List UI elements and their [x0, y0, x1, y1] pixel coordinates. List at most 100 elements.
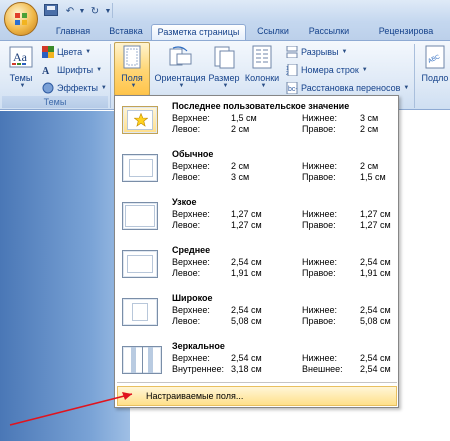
line-numbers-button[interactable]: 12 Номера строк ▼ — [286, 62, 368, 77]
chevron-down-icon: ▼ — [100, 84, 107, 91]
tab-review[interactable]: Рецензирова — [362, 24, 450, 40]
breaks-label: Разрывы — [301, 46, 339, 57]
colors-label: Цвета — [57, 46, 83, 57]
watermark-label: Подло — [421, 73, 449, 83]
margin-preview-icon — [122, 154, 158, 182]
watermark-button[interactable]: ABC Подло — [418, 43, 450, 83]
margin-option-title: Обычное — [172, 149, 214, 159]
ribbon-tabs: Главная Вставка Разметка страницы Ссылки… — [0, 22, 450, 40]
chevron-down-icon: ▼ — [19, 83, 26, 89]
margin-option-title: Зеркальное — [172, 341, 225, 351]
fonts-button[interactable]: A Шрифты ▼ — [42, 62, 102, 77]
tab-home[interactable]: Главная — [46, 24, 100, 40]
bottom-label: Нижнее: — [302, 305, 338, 315]
margin-preview-icon — [122, 346, 162, 374]
right-label: Правое: — [302, 124, 336, 134]
watermark-icon: ABC — [425, 45, 445, 69]
redo-icon[interactable]: ↻ — [88, 4, 102, 18]
bottom-label: Нижнее: — [302, 161, 338, 171]
bottom-value: 1,27 см — [360, 209, 391, 219]
margin-preview-inner — [127, 255, 153, 273]
margin-option-mirrored[interactable]: Зеркальное Верхнее: 2,54 см Нижнее: 2,54… — [117, 338, 397, 387]
margin-option-last-custom[interactable]: Последнее пользовательское значение Верх… — [117, 98, 397, 147]
left-label: Левое: — [172, 172, 201, 182]
hyphenation-label: Расстановка переносов — [301, 82, 401, 93]
top-value: 2,54 см — [231, 353, 262, 363]
ribbon-divider — [414, 44, 415, 108]
bottom-label: Нижнее: — [302, 113, 338, 123]
bottom-value: 2 см — [360, 161, 379, 171]
margin-option-wide[interactable]: Широкое Верхнее: 2,54 см Нижнее: 2,54 см… — [117, 290, 397, 339]
mirror-fold — [142, 347, 143, 373]
tab-page-layout[interactable]: Разметка страницы — [151, 24, 246, 40]
right-label: Правое: — [302, 316, 336, 326]
margin-option-narrow[interactable]: Узкое Верхнее: 1,27 см Нижнее: 1,27 см Л… — [117, 194, 397, 243]
fonts-label: Шрифты — [57, 64, 94, 75]
effects-button[interactable]: Эффекты ▼ — [42, 80, 107, 95]
left-value: 2 см — [231, 124, 250, 134]
margin-option-moderate[interactable]: Среднее Верхнее: 2,54 см Нижнее: 2,54 см… — [117, 242, 397, 291]
left-label: Левое: — [172, 124, 201, 134]
bottom-value: 2,54 см — [360, 257, 391, 267]
margin-preview-inner — [125, 205, 155, 227]
margin-option-title: Среднее — [172, 245, 211, 255]
columns-button[interactable]: Колонки ▼ — [242, 43, 282, 89]
margin-preview-icon — [122, 106, 158, 134]
hyphenation-button[interactable]: bc- Расстановка переносов ▼ — [286, 80, 409, 95]
fonts-icon: A — [42, 66, 50, 76]
quick-access-divider — [112, 3, 113, 18]
themes-icon: Aa — [9, 46, 33, 68]
margins-dropdown-menu: Последнее пользовательское значение Верх… — [114, 95, 399, 408]
effects-icon — [42, 82, 54, 93]
chevron-down-icon: ▼ — [178, 83, 185, 89]
breaks-button[interactable]: Разрывы ▼ — [286, 44, 347, 59]
mirror-inner-bar — [131, 347, 136, 373]
left-value: 3,18 см — [231, 364, 262, 374]
top-value: 1,5 см — [231, 113, 257, 123]
colors-button[interactable]: Цвета ▼ — [42, 44, 91, 59]
left-value: 5,08 см — [231, 316, 262, 326]
margin-option-title: Последнее пользовательское значение — [172, 101, 350, 111]
custom-margins-button[interactable]: Настраиваемые поля... — [117, 386, 397, 406]
save-icon[interactable] — [44, 4, 58, 16]
left-label: Внутреннее: — [172, 364, 225, 374]
quick-access-dropdown-icon[interactable]: ▼ — [104, 4, 112, 18]
tab-references[interactable]: Ссылки — [250, 24, 296, 40]
left-label: Левое: — [172, 316, 201, 326]
orientation-button[interactable]: Ориентация ▼ — [152, 43, 208, 89]
right-value: 5,08 см — [360, 316, 391, 326]
right-value: 2,54 см — [360, 364, 391, 374]
office-button[interactable] — [4, 2, 38, 36]
tab-mailings[interactable]: Рассылки — [300, 24, 358, 40]
margin-preview-icon — [122, 250, 158, 278]
top-label: Верхнее: — [172, 209, 210, 219]
margin-option-title: Широкое — [172, 293, 213, 303]
margin-preview-inner — [132, 303, 148, 321]
chevron-down-icon: ▼ — [130, 83, 137, 89]
undo-icon[interactable]: ↶ — [62, 4, 78, 18]
ribbon-divider — [110, 44, 111, 108]
right-label: Правое: — [302, 268, 336, 278]
undo-dropdown-icon[interactable]: ▼ — [78, 4, 86, 18]
orientation-label: Ориентация — [154, 73, 206, 83]
left-label: Левое: — [172, 268, 201, 278]
margin-option-normal[interactable]: Обычное Верхнее: 2 см Нижнее: 2 см Левое… — [117, 146, 397, 195]
tab-insert[interactable]: Вставка — [102, 24, 150, 40]
right-label: Правое: — [302, 220, 336, 230]
bottom-value: 2,54 см — [360, 305, 391, 315]
size-button[interactable]: Размер ▼ — [207, 43, 241, 89]
bottom-label: Нижнее: — [302, 353, 338, 363]
margins-button[interactable]: Поля ▼ — [114, 43, 150, 89]
line-numbers-label: Номера строк — [301, 64, 359, 75]
themes-button[interactable]: Aa Темы ▼ — [4, 43, 38, 89]
effects-label: Эффекты — [57, 82, 98, 93]
size-label: Размер — [208, 73, 240, 83]
top-value: 2 см — [231, 161, 250, 171]
chevron-down-icon: ▼ — [341, 48, 348, 55]
right-label: Правое: — [302, 172, 336, 182]
margins-icon — [123, 45, 141, 69]
size-icon — [214, 46, 235, 69]
top-value: 1,27 см — [231, 209, 262, 219]
svg-text:Aa: Aa — [13, 50, 28, 64]
chevron-down-icon: ▼ — [96, 66, 103, 73]
